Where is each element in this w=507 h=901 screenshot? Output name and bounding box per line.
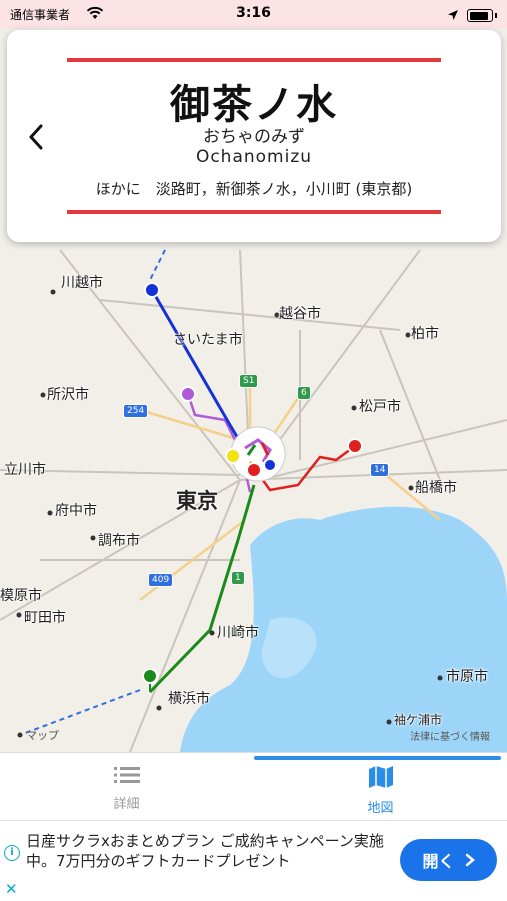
tab-bar: 詳細 地図 (0, 752, 507, 821)
map-label-sagamihara: 模原市 (0, 588, 42, 604)
map-label-koshigaya: 越谷市 (279, 306, 321, 322)
status-bar: 通信事業者 3:16 (0, 0, 507, 28)
map-label-matsudo: 松戸市 (359, 399, 401, 415)
map-label-sodegaura: 袖ケ浦市 (394, 713, 443, 727)
map-label-tokyo: 東京 (176, 489, 218, 513)
line-endpoint-purple (180, 386, 196, 402)
ad-open-label: 開く (422, 852, 455, 871)
active-tab-indicator (254, 756, 501, 760)
ad-close-icon[interactable]: ✕ (5, 880, 18, 898)
ad-info-icon[interactable]: i (4, 845, 20, 861)
map-label-tokorozawa: 所沢市 (47, 387, 89, 403)
station-romaji: Ochanomizu (195, 147, 313, 167)
route-shield: 6 (297, 386, 311, 400)
tab-map-label: 地図 (367, 801, 394, 816)
battery-icon (467, 9, 493, 22)
line-endpoint-yellow (225, 448, 241, 464)
clock: 3:16 (236, 5, 271, 21)
map-label-kawagoe: 川越市 (61, 275, 103, 291)
line-endpoint-green (142, 668, 158, 684)
route-shield: S1 (239, 374, 259, 388)
station-kana: おちゃのみず (203, 127, 305, 147)
map-label-chofu: 調布市 (98, 533, 140, 549)
map-label-kawasaki: 川崎市 (217, 625, 259, 641)
location-arrow-icon (447, 6, 459, 25)
ad-open-button[interactable]: 開く (400, 839, 497, 881)
tab-details-label: 詳細 (113, 797, 140, 812)
maps-attribution: マップ (26, 729, 59, 742)
route-shield: 254 (123, 404, 149, 418)
tab-details[interactable]: 詳細 (0, 765, 253, 812)
line-endpoint-red (347, 438, 363, 454)
legal-link[interactable]: 法律に基づく情報 (410, 728, 490, 743)
ad-banner[interactable]: 日産サクラxおまとめプラン ご成約キャンペーン実施中。7万円分のギフトカードプレ… (0, 820, 507, 901)
map-label-saitama: さいたま市 (173, 332, 243, 348)
tab-map[interactable]: 地図 (254, 765, 507, 816)
map-icon (368, 766, 393, 788)
route-shield: 14 (370, 463, 390, 477)
line-color-rule-bottom (67, 210, 441, 214)
line-endpoint-blue (144, 282, 160, 298)
route-shield: 1 (231, 571, 245, 585)
map-label-fuchu: 府中市 (55, 503, 97, 519)
route-shield: 409 (148, 573, 174, 587)
ad-text: 日産サクラxおまとめプラン ご成約キャンペーン実施中。7万円分のギフトカードプレ… (26, 832, 384, 870)
line-color-rule-top (67, 58, 441, 62)
map-label-machida: 町田市 (24, 610, 66, 626)
map-label-tachikawa: 立川市 (4, 462, 46, 478)
list-icon (113, 767, 140, 783)
map-label-yokohama: 横浜市 (168, 691, 210, 707)
nearby-stations: ほかに 淡路町，新御茶ノ水，小川町 (東京都) (95, 180, 413, 198)
chevron-right-icon (465, 853, 475, 867)
station-marker (246, 462, 262, 478)
map-label-kashiwa: 柏市 (411, 326, 439, 342)
map-label-ichihara: 市原市 (446, 669, 488, 685)
station-header-card: 御茶ノ水 おちゃのみず Ochanomizu ほかに 淡路町，新御茶ノ水，小川町… (7, 30, 501, 242)
map-label-funabashi: 船橋市 (415, 480, 457, 496)
